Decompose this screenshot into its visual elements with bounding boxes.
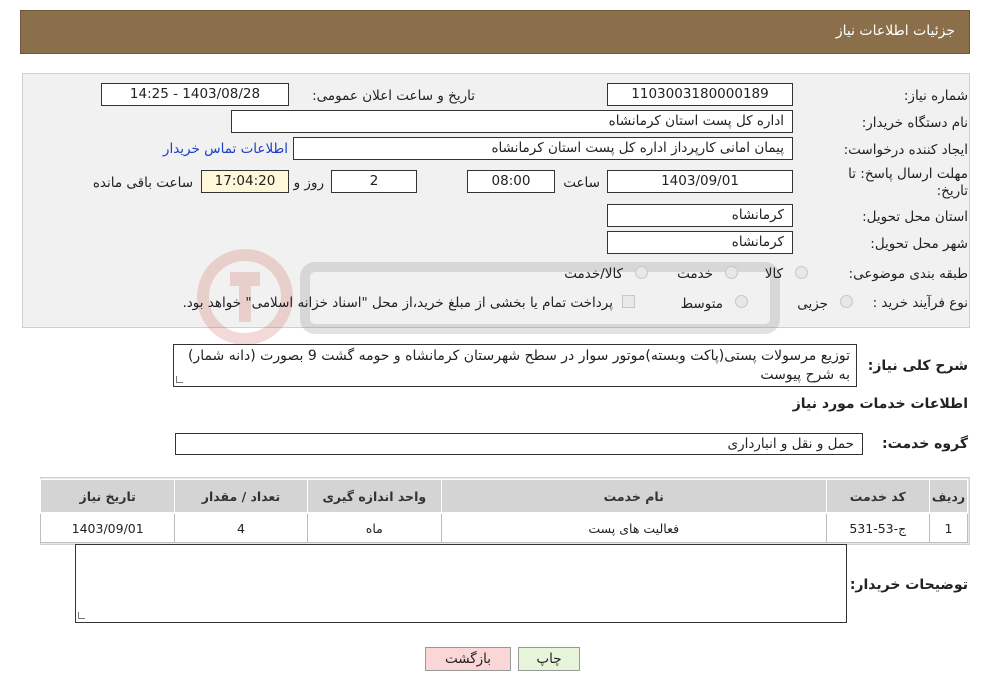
category-label: طبقه بندی موضوعی: <box>848 266 968 282</box>
announce-datetime-label: تاریخ و ساعت اعلان عمومی: <box>312 88 475 104</box>
cell-service-code: ج-53-531 <box>825 512 931 543</box>
city-field: کرمانشاه <box>607 231 793 254</box>
buyer-org-field: اداره کل پست استان کرمانشاه <box>231 110 793 133</box>
category-goods-radio[interactable] <box>795 266 808 279</box>
col-header-unit: واحد اندازه گیری <box>306 479 442 514</box>
col-header-quantity: تعداد / مقدار <box>174 479 308 514</box>
treasury-payment-note: پرداخت تمام یا بخشی از مبلغ خرید،از محل … <box>182 295 613 311</box>
requester-label: ایجاد کننده درخواست: <box>843 142 968 158</box>
need-number-field: 1103003180000189 <box>607 83 793 106</box>
resize-grip-icon[interactable] <box>176 376 183 383</box>
category-both-label: کالا/خدمت <box>564 266 623 282</box>
cell-quantity: 4 <box>174 512 308 543</box>
deadline-time-field: 08:00 <box>467 170 555 193</box>
purchase-minor-label: جزیی <box>797 296 828 312</box>
remaining-time-field: 17:04:20 <box>201 170 289 193</box>
description-label: شرح کلی نیاز: <box>867 358 968 374</box>
col-header-code: کد خدمت <box>825 479 931 514</box>
buyer-notes-label: توضیحات خریدار: <box>849 577 968 593</box>
category-both-radio[interactable] <box>635 266 648 279</box>
col-header-date: تاریخ نیاز <box>39 479 176 514</box>
province-field: کرمانشاه <box>607 204 793 227</box>
remaining-label: ساعت باقی مانده <box>92 175 193 191</box>
service-group-label: گروه خدمت: <box>882 436 968 452</box>
print-button[interactable]: چاپ <box>518 647 580 671</box>
days-label: روز و <box>293 175 324 191</box>
requester-field: پیمان امانی کارپرداز اداره کل پست استان … <box>293 137 793 160</box>
buyer-org-label: نام دستگاه خریدار: <box>861 115 968 131</box>
cell-need-date: 1403/09/01 <box>39 512 176 543</box>
category-service-label: خدمت <box>677 266 713 282</box>
services-table: ردیف کد خدمت نام خدمت واحد اندازه گیری ت… <box>39 479 968 543</box>
announce-datetime-field: 1403/08/28 - 14:25 <box>101 83 289 106</box>
description-textarea[interactable]: توزیع مرسولات پستی(پاکت وبسته)موتور سوار… <box>173 344 857 387</box>
purchase-minor-radio[interactable] <box>840 295 853 308</box>
days-field: 2 <box>331 170 417 193</box>
category-goods-label: کالا <box>764 266 783 282</box>
table-row: 1 ج-53-531 فعالیت های پست ماه 4 1403/09/… <box>39 512 968 543</box>
cell-service-name: فعالیت های پست <box>440 512 827 543</box>
city-label: شهر محل تحویل: <box>870 236 968 252</box>
purchase-type-label: نوع فرآیند خرید : <box>872 295 968 311</box>
service-group-field: حمل و نقل و انبارداری <box>175 433 863 455</box>
province-label: استان محل تحویل: <box>862 209 968 225</box>
description-text: توزیع مرسولات پستی(پاکت وبسته)موتور سوار… <box>187 348 850 383</box>
back-button[interactable]: بازگشت <box>425 647 511 671</box>
cell-row-number: 1 <box>929 512 968 543</box>
category-service-radio[interactable] <box>725 266 738 279</box>
buyer-notes-textarea[interactable] <box>75 544 847 623</box>
col-header-name: نام خدمت <box>440 479 827 514</box>
purchase-medium-label: متوسط <box>680 296 723 312</box>
services-section-title: اطلاعات خدمات مورد نیاز <box>792 396 968 412</box>
treasury-payment-checkbox[interactable] <box>622 295 635 308</box>
table-header-row: ردیف کد خدمت نام خدمت واحد اندازه گیری ت… <box>39 479 968 514</box>
resize-grip-icon[interactable] <box>78 612 85 619</box>
deadline-label: مهلت ارسال پاسخ: تا تاریخ: <box>848 166 968 199</box>
services-table-container: ردیف کد خدمت نام خدمت واحد اندازه گیری ت… <box>39 477 970 545</box>
buyer-contact-link[interactable]: اطلاعات تماس خریدار <box>163 141 288 157</box>
time-label: ساعت <box>563 175 600 191</box>
page-title: جزئیات اطلاعات نیاز <box>835 23 955 39</box>
deadline-date-field: 1403/09/01 <box>607 170 793 193</box>
purchase-medium-radio[interactable] <box>735 295 748 308</box>
col-header-row: ردیف <box>929 479 968 514</box>
cell-unit: ماه <box>306 512 442 543</box>
page-header: جزئیات اطلاعات نیاز <box>20 10 970 54</box>
need-number-label: شماره نیاز: <box>903 88 968 104</box>
